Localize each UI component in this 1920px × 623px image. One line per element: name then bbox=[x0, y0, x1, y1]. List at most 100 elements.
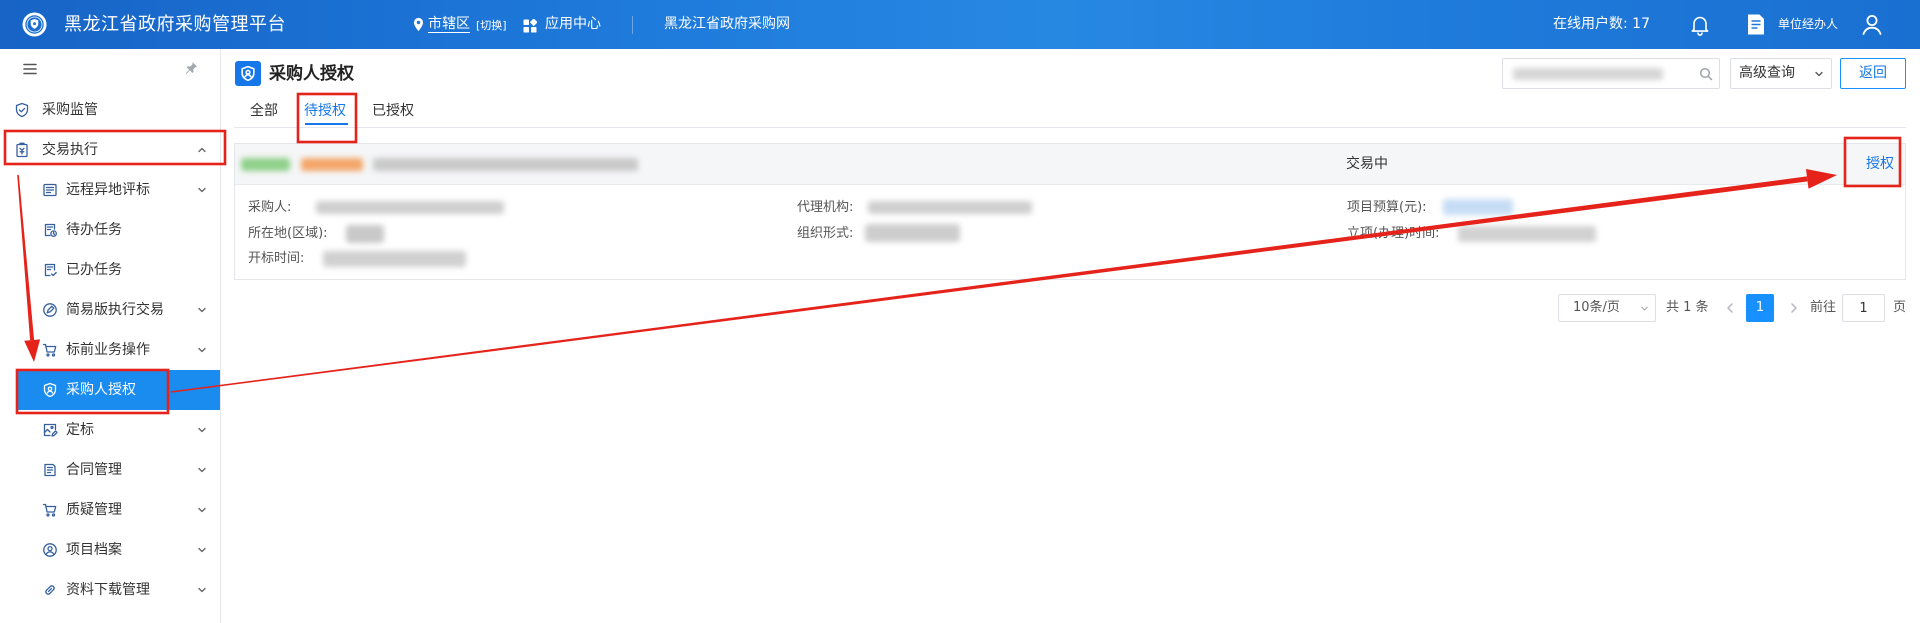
sidebar-item-pending-tasks[interactable]: 待办任务 bbox=[0, 210, 220, 250]
shield-user-icon bbox=[235, 61, 261, 86]
document-lines-icon bbox=[42, 462, 58, 478]
sidebar-item-label: 质疑管理 bbox=[66, 502, 122, 518]
online-users-count: 在线用户数: 17 bbox=[1553, 16, 1650, 32]
platform-title: 黑龙江省政府采购管理平台 bbox=[64, 14, 286, 35]
purchaser-label: 采购人: bbox=[248, 200, 292, 215]
redacted-value bbox=[868, 201, 1032, 214]
agency-label: 代理机构: bbox=[797, 200, 854, 215]
status-tabs: 全部 待授权 已授权 bbox=[234, 100, 1906, 128]
sidebar-item-pre-bid-operations[interactable]: 标前业务操作 bbox=[0, 330, 220, 370]
region-label: 所在地(区域): bbox=[248, 226, 328, 241]
clipboard-icon bbox=[14, 142, 30, 158]
redacted-value bbox=[346, 225, 384, 243]
sidebar-item-label: 合同管理 bbox=[66, 462, 122, 478]
chevron-right-icon[interactable] bbox=[1787, 301, 1800, 315]
document-icon bbox=[1746, 13, 1766, 36]
sidebar-item-label: 资料下载管理 bbox=[66, 582, 150, 598]
total-count: 共 1 条 bbox=[1666, 300, 1709, 315]
document-clock-icon bbox=[42, 222, 58, 238]
chevron-down-icon bbox=[1639, 303, 1650, 314]
bell-icon[interactable] bbox=[1688, 12, 1712, 37]
user-role-label[interactable]: 单位经办人 bbox=[1778, 0, 1838, 49]
sidebar-item-label: 标前业务操作 bbox=[66, 342, 150, 358]
advanced-search-dropdown[interactable]: 高级查询 bbox=[1730, 58, 1832, 89]
chevron-down-icon bbox=[196, 184, 208, 196]
chevron-down-icon bbox=[1813, 68, 1825, 80]
sidebar-item-transaction-execution[interactable]: 交易执行 bbox=[0, 130, 220, 170]
redacted-value bbox=[316, 201, 504, 214]
sidebar-menu: 采购监管 交易执行 远程异地评标 待办任务 已办任务 简易版执行交易 标前业务操… bbox=[0, 49, 221, 623]
redacted-project-code bbox=[301, 158, 363, 171]
sidebar-item-label: 项目档案 bbox=[66, 542, 122, 558]
sidebar-item-project-archive[interactable]: 项目档案 bbox=[0, 530, 220, 570]
region-selector[interactable]: 市辖区 bbox=[428, 0, 470, 49]
chevron-down-icon bbox=[196, 424, 208, 436]
setup-time-label: 立项(办理)时间: bbox=[1347, 226, 1440, 241]
monitor-list-icon bbox=[42, 182, 58, 198]
region-switch-link[interactable]: [切换] bbox=[476, 1, 507, 50]
sidebar-item-challenge-management[interactable]: 质疑管理 bbox=[0, 490, 220, 530]
location-pin-icon bbox=[413, 17, 424, 32]
shield-check-icon bbox=[14, 102, 30, 118]
chevron-down-icon bbox=[196, 344, 208, 356]
tab-pending-authorization[interactable]: 待授权 bbox=[304, 100, 346, 122]
goto-page-input[interactable] bbox=[1842, 294, 1885, 322]
header-divider bbox=[632, 16, 633, 34]
redacted-badge bbox=[241, 158, 290, 171]
sidebar-item-download-management[interactable]: 资料下载管理 bbox=[0, 570, 220, 610]
page-size-label: 10条/页 bbox=[1573, 300, 1620, 315]
shield-user-icon bbox=[42, 382, 58, 398]
sidebar-item-contract-management[interactable]: 合同管理 bbox=[0, 450, 220, 490]
sidebar-item-completed-tasks[interactable]: 已办任务 bbox=[0, 250, 220, 290]
redacted-value bbox=[1443, 199, 1513, 215]
project-card: 交易中 授权 采购人: 代理机构: 项目预算(元): 所在地(区域): 组织形式… bbox=[234, 143, 1906, 280]
page-size-select[interactable]: 10条/页 bbox=[1558, 294, 1656, 322]
active-tab-indicator bbox=[305, 123, 348, 125]
circle-tag-icon bbox=[42, 302, 58, 318]
goto-label: 前往 bbox=[1810, 300, 1837, 315]
redacted-project-name bbox=[373, 158, 638, 171]
organization-form-label: 组织形式: bbox=[797, 226, 854, 241]
emblem-icon[interactable] bbox=[22, 12, 47, 37]
menu-icon[interactable] bbox=[22, 61, 38, 77]
chevron-down-icon bbox=[196, 464, 208, 476]
chevron-down-icon bbox=[196, 304, 208, 316]
sidebar-item-award-decision[interactable]: 定标 bbox=[0, 410, 220, 450]
sidebar-item-purchaser-authorization[interactable]: 采购人授权 bbox=[16, 370, 220, 410]
cart-icon bbox=[42, 502, 58, 518]
sidebar-item-label: 已办任务 bbox=[66, 262, 122, 278]
sidebar-item-label: 待办任务 bbox=[66, 222, 122, 238]
sidebar-item-procurement-supervision[interactable]: 采购监管 bbox=[0, 90, 220, 130]
chevron-up-icon bbox=[196, 144, 208, 156]
back-button[interactable]: 返回 bbox=[1840, 58, 1906, 89]
chevron-down-icon bbox=[196, 584, 208, 596]
chevron-left-icon[interactable] bbox=[1724, 301, 1737, 315]
app-center-link[interactable]: 应用中心 bbox=[545, 0, 601, 49]
chevron-down-icon bbox=[196, 544, 208, 556]
page-title: 采购人授权 bbox=[269, 64, 354, 84]
authorize-button[interactable]: 授权 bbox=[1866, 144, 1894, 185]
search-input[interactable] bbox=[1503, 59, 1719, 88]
apps-grid-icon[interactable] bbox=[523, 18, 538, 33]
tab-authorized[interactable]: 已授权 bbox=[372, 100, 414, 122]
image-edit-icon bbox=[42, 422, 58, 438]
user-circle-icon bbox=[42, 542, 58, 558]
user-icon[interactable] bbox=[1860, 12, 1884, 37]
sidebar-item-label: 远程异地评标 bbox=[66, 182, 150, 198]
document-check-icon bbox=[42, 262, 58, 278]
procurement-portal-link[interactable]: 黑龙江省政府采购网 bbox=[664, 0, 790, 49]
sidebar-item-label: 交易执行 bbox=[42, 142, 98, 158]
sidebar-item-label: 定标 bbox=[66, 422, 94, 438]
redacted-value bbox=[1458, 226, 1596, 242]
tab-all[interactable]: 全部 bbox=[250, 100, 278, 122]
sidebar-item-remote-evaluation[interactable]: 远程异地评标 bbox=[0, 170, 220, 210]
sidebar-item-label: 采购人授权 bbox=[66, 382, 136, 398]
chevron-down-icon bbox=[196, 504, 208, 516]
pin-icon[interactable] bbox=[184, 61, 198, 76]
search-field[interactable] bbox=[1502, 58, 1720, 89]
sidebar-item-simple-execution[interactable]: 简易版执行交易 bbox=[0, 290, 220, 330]
current-page-button[interactable]: 1 bbox=[1746, 294, 1774, 322]
bid-open-time-label: 开标时间: bbox=[248, 251, 305, 266]
search-icon[interactable] bbox=[1699, 67, 1713, 81]
budget-label: 项目预算(元): bbox=[1347, 200, 1427, 215]
